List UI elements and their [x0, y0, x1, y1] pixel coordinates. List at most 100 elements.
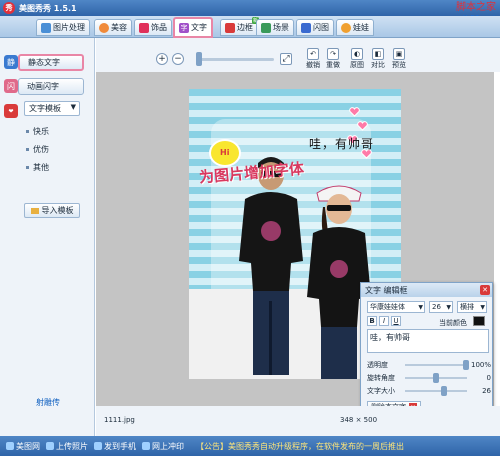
template-item-sad[interactable]: 优伤: [26, 140, 49, 158]
chevron-down-icon: ▼: [418, 303, 423, 311]
tab-label: 饰品: [151, 23, 167, 32]
original-label: 原图: [350, 61, 364, 69]
flash-icon: [301, 22, 311, 33]
send-to-phone-link[interactable]: 发到手机: [94, 441, 136, 452]
original-icon: ◐: [351, 48, 363, 60]
zoom-in-icon[interactable]: +: [156, 53, 168, 65]
size-select-value: 26: [432, 303, 441, 311]
redo-button[interactable]: ↷ 重做: [324, 48, 342, 72]
zoom-slider-thumb[interactable]: [196, 52, 202, 66]
online-print-link[interactable]: 网上冲印: [142, 441, 184, 452]
undo-button[interactable]: ↶ 撤销: [304, 48, 322, 72]
compare-button[interactable]: ◧ 对比: [369, 48, 387, 72]
tab-label: 场景: [273, 23, 289, 32]
animated-text-label: 动画闪字: [27, 82, 59, 91]
close-icon[interactable]: ✕: [480, 285, 490, 295]
tab-flash[interactable]: 闪图: [296, 19, 334, 36]
tab-doll[interactable]: 娃娃: [336, 19, 374, 36]
underline-icon[interactable]: U: [391, 316, 401, 326]
transparency-thumb[interactable]: [463, 360, 469, 370]
canvas-toolbar: + − ⤢ ↶ 撤销 ↷ 重做 ◐ 原图 ◧ 对比 ▣ 预览: [96, 38, 500, 72]
bold-icon[interactable]: B: [367, 316, 377, 326]
chevron-down-icon: ▼: [70, 103, 76, 111]
love-icon: ❤: [4, 104, 18, 118]
zoom-out-icon[interactable]: −: [172, 53, 184, 65]
send-to-phone-label: 发到手机: [104, 441, 136, 451]
upload-photo-label: 上传照片: [56, 441, 88, 451]
transparency-track[interactable]: [405, 364, 467, 366]
undo-label: 撤销: [306, 61, 320, 69]
font-size-thumb[interactable]: [441, 386, 447, 396]
status-dimensions: 348 × 500: [340, 416, 378, 424]
compare-label: 对比: [371, 61, 385, 69]
status-filename: 1111.jpg: [104, 416, 135, 424]
smile-icon: [99, 22, 109, 33]
font-size-value: 26: [482, 387, 491, 395]
tab-frame[interactable]: 边框 新: [220, 17, 259, 36]
italic-icon[interactable]: I: [379, 316, 389, 326]
font-select[interactable]: 华康娃娃体 ▼: [367, 301, 425, 313]
chevron-down-icon: ▼: [446, 303, 451, 311]
animated-text-icon: 闪: [4, 79, 18, 93]
rotation-thumb[interactable]: [433, 373, 439, 383]
tab-accessories[interactable]: 饰品: [134, 19, 172, 36]
font-size-row: 文字大小 26: [367, 386, 491, 396]
tab-label: 闪图: [313, 23, 329, 32]
photo-text[interactable]: 哇，有帅哥: [309, 135, 374, 152]
folder-icon: [30, 207, 39, 214]
rotation-row: 旋转角度 0: [367, 373, 491, 383]
author-link[interactable]: 射雕传: [36, 397, 60, 408]
news-ticker[interactable]: 【公告】美图秀秀自动升级程序，在软件发布的一周后推出: [196, 441, 404, 452]
tab-label: 文字: [191, 23, 207, 32]
preview-label: 预览: [392, 61, 406, 69]
upload-photo-link[interactable]: 上传照片: [46, 441, 88, 452]
template-select[interactable]: 文字模板 ▼: [24, 101, 80, 116]
meitu-site-label: 美图网: [16, 441, 40, 451]
import-template-button[interactable]: 导入模板: [24, 203, 80, 218]
static-text-label: 静态文字: [28, 58, 60, 67]
heart-icon: [139, 22, 149, 33]
watermark-line1: 脚本之家: [456, 2, 496, 13]
size-select[interactable]: 26 ▼: [429, 301, 453, 313]
tab-scene[interactable]: 场景: [256, 19, 294, 36]
font-size-track[interactable]: [405, 390, 467, 392]
tab-picture-process[interactable]: 图片处理: [36, 19, 90, 36]
transparency-row: 透明度 100%: [367, 360, 491, 370]
fit-screen-icon[interactable]: ⤢: [280, 53, 292, 65]
orientation-select[interactable]: 横排 ▼: [457, 301, 487, 313]
zoom-slider-track[interactable]: [196, 58, 274, 61]
tab-text[interactable]: 字 文字: [173, 17, 213, 38]
orientation-select-value: 横排: [460, 303, 474, 311]
import-template-label: 导入模板: [41, 206, 74, 215]
heart-sticker: [357, 121, 368, 131]
font-size-label: 文字大小: [367, 387, 395, 395]
original-button[interactable]: ◐ 原图: [348, 48, 366, 72]
static-text-button[interactable]: 静态文字: [18, 54, 84, 71]
status-strip: 1111.jpg 348 × 500: [96, 406, 500, 436]
preview-icon: ▣: [393, 48, 405, 60]
tab-beauty[interactable]: 美容: [94, 19, 132, 36]
template-list: 快乐 优伤 其他: [26, 122, 49, 176]
template-item-happy[interactable]: 快乐: [26, 122, 49, 140]
online-print-label: 网上冲印: [152, 441, 184, 451]
text-edit-panel: 文字 编辑框 ✕ 华康娃娃体 ▼ 26 ▼ 横排 ▼ B I U 当前颜色 哇，有帅哥…: [360, 282, 493, 413]
frame-icon: [225, 22, 235, 33]
heart-sticker: [349, 107, 360, 117]
rotation-value: 0: [486, 374, 491, 382]
current-color-label: 当前颜色: [439, 319, 467, 327]
template-item-other[interactable]: 其他: [26, 158, 49, 176]
transparency-value: 100%: [470, 361, 491, 369]
meitu-site-link[interactable]: 美图网: [6, 441, 40, 452]
color-swatch[interactable]: [473, 316, 485, 326]
undo-icon: ↶: [307, 48, 319, 60]
scene-icon: [261, 22, 271, 33]
redo-label: 重做: [326, 61, 340, 69]
rotation-label: 旋转角度: [367, 374, 395, 382]
text-input[interactable]: 哇，有帅哥: [367, 329, 489, 353]
phone-icon: [94, 442, 102, 450]
preview-button[interactable]: ▣ 预览: [390, 48, 408, 72]
animated-text-button[interactable]: 动画闪字: [18, 78, 84, 95]
left-panel: 静 静态文字 闪 动画闪字 ❤ 文字模板 ▼ 快乐 优伤 其他 导入模板 射雕传: [0, 38, 95, 436]
edit-panel-titlebar[interactable]: 文字 编辑框 ✕: [361, 283, 492, 297]
redo-icon: ↷: [327, 48, 339, 60]
